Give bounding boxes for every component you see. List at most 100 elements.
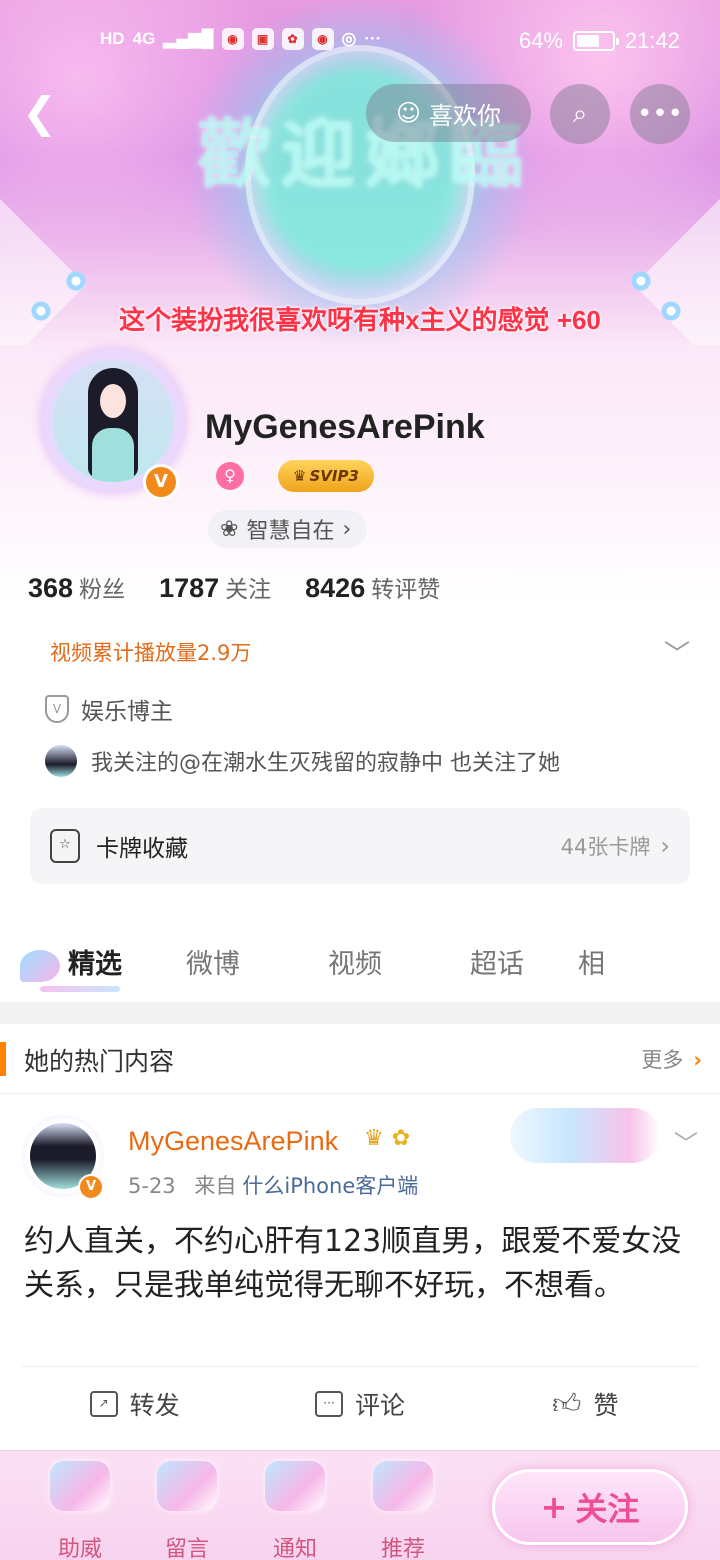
stat-label: 粉丝	[79, 576, 126, 602]
profile-username: MyGenesArePink	[205, 408, 485, 446]
search-icon: ⌕	[572, 98, 588, 129]
chevron-right-icon: ›	[660, 832, 670, 860]
post-source-prefix: 来自	[194, 1174, 237, 1198]
bird-icon	[20, 949, 60, 982]
comment-icon: ···	[314, 1390, 343, 1417]
post-meta: 5-23 来自 什么iPhone客户端	[128, 1170, 418, 1200]
post-author-badges: ♛ ✿	[364, 1126, 410, 1151]
like-button[interactable]: 👍︎ 赞	[473, 1367, 698, 1440]
huawei-icon: ✿	[281, 28, 304, 50]
flower-decoration	[630, 270, 652, 292]
female-icon: ♀	[216, 462, 244, 490]
mutual-follow-text: 我关注的@在潮水生灭残留的寂静中 也关注了她	[91, 751, 560, 776]
bottom-item-recommend[interactable]: 推荐	[358, 1461, 448, 1560]
battery-icon	[572, 31, 619, 51]
bottom-bar: 助威 留言 通知 推荐 + 关注	[0, 1450, 720, 1560]
mutual-follow-line[interactable]: 我关注的@在潮水生灭残留的寂静中 也关注了她	[45, 745, 560, 777]
tab-label: 超话	[470, 949, 524, 980]
cheer-icon	[50, 1461, 110, 1511]
comment-button[interactable]: ··· 评论	[247, 1367, 472, 1440]
battery-percent: 64%	[518, 28, 563, 53]
action-label: 转发	[129, 1390, 180, 1420]
stat-label: 转评赞	[371, 576, 441, 602]
clock: 21:42	[624, 28, 680, 53]
back-button[interactable]: ❮	[22, 88, 62, 138]
tab-video[interactable]: 视频	[284, 930, 426, 981]
tab-album[interactable]: 相	[568, 930, 628, 981]
like-you-button[interactable]: ☺ 喜欢你	[366, 84, 531, 142]
post-source[interactable]: 什么iPhone客户端	[242, 1174, 418, 1198]
crown-icon: ♛	[293, 467, 307, 485]
stat-label: 关注	[225, 576, 272, 602]
tab-featured[interactable]: 精选	[0, 930, 142, 982]
category-line: V 娱乐博主	[45, 692, 173, 726]
weibo-icon: ◉	[311, 28, 334, 50]
wisdom-label: 智慧自在	[246, 519, 335, 544]
card-collection-row[interactable]: ☆ 卡牌收藏 44张卡牌 ›	[30, 808, 690, 884]
more-dots-icon: •••	[636, 99, 683, 129]
recommend-icon	[373, 1461, 433, 1511]
action-label: 赞	[593, 1390, 619, 1420]
stat-value: 1787	[159, 573, 220, 603]
more-link[interactable]: 更多 ›	[641, 1044, 702, 1074]
message-icon	[157, 1461, 217, 1511]
section-divider	[0, 1002, 720, 1024]
sunflower-icon: ✿	[391, 1126, 411, 1151]
bottom-item-cheer[interactable]: 助威	[35, 1461, 125, 1560]
profile-stats: 368 粉丝 1787 关注 8426 转评赞	[28, 570, 440, 604]
bottom-item-message[interactable]: 留言	[142, 1461, 232, 1560]
active-tab-indicator	[40, 986, 120, 992]
tab-supertopic[interactable]: 超话	[426, 930, 568, 981]
chevron-right-icon: ›	[693, 1048, 702, 1072]
more-button[interactable]: •••	[630, 84, 690, 144]
location-icon: ◎	[341, 29, 357, 48]
banner-tagline: 这个装扮我很喜欢呀有种x主义的感觉 +60	[119, 305, 601, 335]
flower-decoration	[65, 270, 87, 292]
accent-bar	[0, 1042, 6, 1076]
tab-weibo[interactable]: 微博	[142, 930, 284, 981]
expand-chevron-icon[interactable]: ﹀	[664, 634, 690, 671]
stat-followers[interactable]: 368 粉丝	[28, 570, 125, 604]
chevron-down-icon[interactable]: ﹀	[674, 1124, 698, 1159]
tab-label: 微博	[186, 949, 240, 980]
tab-label: 相	[578, 949, 605, 980]
crown-icon: ♛	[364, 1126, 384, 1151]
verified-badge-icon: V	[78, 1174, 104, 1200]
repost-icon: ↗	[89, 1390, 118, 1417]
stat-interactions[interactable]: 8426 转评赞	[305, 570, 440, 604]
post-author[interactable]: MyGenesArePink	[128, 1126, 338, 1157]
bottom-item-label: 留言	[164, 1537, 209, 1560]
avatar-dress	[92, 428, 134, 482]
bottom-item-label: 通知	[272, 1537, 317, 1560]
bottom-item-label: 推荐	[380, 1537, 425, 1560]
action-label: 评论	[354, 1390, 405, 1420]
shield-icon: V	[45, 695, 69, 723]
bottom-item-notify[interactable]: 通知	[250, 1461, 340, 1560]
repost-button[interactable]: ↗ 转发	[22, 1367, 247, 1440]
mutual-avatar	[45, 745, 77, 777]
hot-content-header: 她的热门内容 更多 ›	[0, 1024, 720, 1094]
stat-following[interactable]: 1787 关注	[159, 570, 271, 604]
svip-badge[interactable]: ♛ SVIP3	[278, 460, 374, 492]
tab-label: 精选	[68, 949, 122, 980]
bottom-item-label: 助威	[57, 1537, 102, 1560]
category-label: 娱乐博主	[81, 699, 173, 725]
svip-label: SVIP3	[309, 467, 359, 485]
stat-value: 8426	[305, 573, 366, 603]
more-label: 更多	[641, 1048, 684, 1072]
peacock-decoration	[510, 1108, 660, 1163]
tv-icon: ▣	[251, 28, 274, 50]
follow-button[interactable]: + 关注	[492, 1469, 688, 1545]
wisdom-tag[interactable]: ❀ 智慧自在 ›	[208, 510, 368, 548]
stat-value: 368	[28, 573, 74, 603]
like-you-label: 喜欢你	[429, 101, 502, 130]
battery-fill	[576, 35, 599, 47]
search-button[interactable]: ⌕	[550, 84, 610, 144]
verified-badge-icon: V	[143, 464, 179, 500]
post-text: 约人直关，不约心肝有123顺直男，跟爱不爱女没关系，只是我单纯觉得无聊不好玩，不…	[24, 1224, 682, 1303]
tab-label: 视频	[328, 949, 382, 980]
weibo-icon: ◉	[221, 28, 244, 50]
hot-content-title: 她的热门内容	[24, 1047, 175, 1076]
chevron-left-icon: ❮	[22, 88, 58, 137]
status-bar: HD 4G ▂▄▆█ ◉ ▣ ✿ ◉ ◎ ··· 64% 21:42	[0, 28, 720, 60]
